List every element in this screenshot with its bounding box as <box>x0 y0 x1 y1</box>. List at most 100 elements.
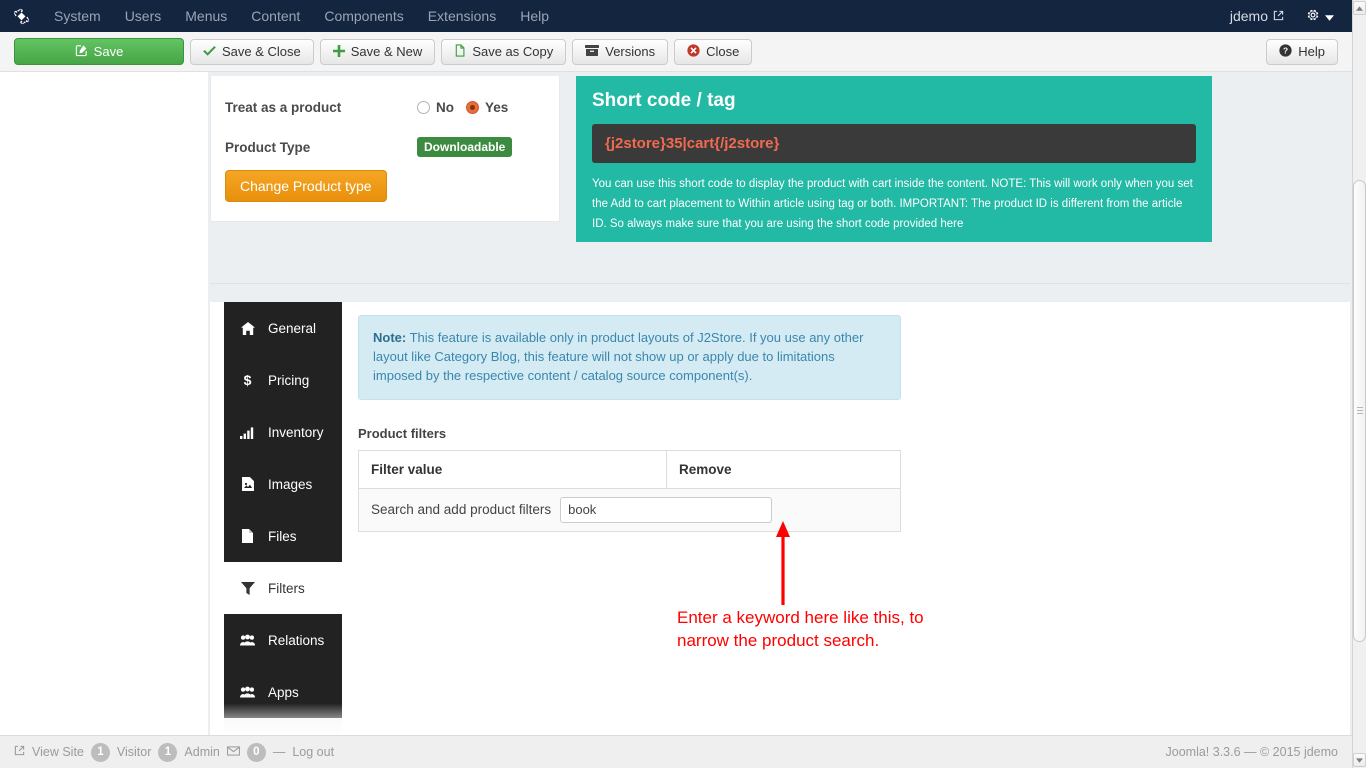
radio-no[interactable] <box>417 101 430 114</box>
save-as-copy-button[interactable]: Save as Copy <box>441 39 566 65</box>
svg-text:?: ? <box>1283 46 1288 56</box>
joomla-logo-icon[interactable] <box>0 7 42 26</box>
external-link-icon <box>14 745 25 759</box>
scroll-down-button[interactable] <box>1353 753 1366 767</box>
radio-yes-label: Yes <box>485 100 508 115</box>
message-count-badge[interactable]: 0 <box>247 743 266 762</box>
sidebar-item-files-label: Files <box>268 529 297 544</box>
product-type-row: Product Type Downloadable <box>211 130 559 164</box>
help-circle-icon: ? <box>1279 44 1292 59</box>
external-link-icon <box>1273 8 1284 24</box>
page-body: Treat as a product No Yes Product Type D… <box>0 72 1352 735</box>
change-product-type-button[interactable]: Change Product type <box>225 170 387 202</box>
footer-copyright: Joomla! 3.3.6 — © 2015 jdemo <box>1166 745 1339 759</box>
help-button[interactable]: ? Help <box>1266 39 1338 65</box>
close-label: Close <box>706 44 739 59</box>
scroll-up-button[interactable] <box>1353 1 1366 15</box>
product-tab-list: General $ Pricing Inventory <box>224 302 342 735</box>
save-as-copy-label: Save as Copy <box>472 44 553 59</box>
footer-separator: — <box>273 745 286 759</box>
filters-note-prefix: Note: <box>373 330 406 345</box>
admin-count-badge: 1 <box>158 743 177 762</box>
sidebar-item-filters-label: Filters <box>268 581 305 596</box>
treat-as-product-label: Treat as a product <box>225 100 417 115</box>
menu-item-extensions[interactable]: Extensions <box>416 0 508 32</box>
product-filters-title: Product filters <box>358 426 1338 441</box>
sidebar-item-relations[interactable]: Relations <box>224 614 342 666</box>
status-footer: View Site 1 Visitor 1 Admin 0 — Log out … <box>0 735 1352 768</box>
sidebar-item-general-label: General <box>268 321 316 336</box>
save-and-new-button[interactable]: Save & New <box>320 39 436 65</box>
short-code-value[interactable]: {j2store}35|cart{/j2store} <box>592 124 1196 163</box>
save-button-label: Save <box>94 44 124 59</box>
view-site-link[interactable]: View Site <box>32 745 84 759</box>
radio-yes[interactable] <box>466 101 479 114</box>
logout-link[interactable]: Log out <box>292 745 334 759</box>
close-button[interactable]: Close <box>674 39 752 65</box>
table-header-row: Filter value Remove <box>359 450 901 488</box>
save-button[interactable]: Save <box>14 38 184 65</box>
visitor-count-badge: 1 <box>91 743 110 762</box>
scrollbar-thumb[interactable] <box>1353 180 1366 642</box>
copy-icon <box>454 44 466 59</box>
sidebar-item-apps[interactable]: Apps <box>224 666 342 718</box>
filters-tab-pane: Note: This feature is available only in … <box>358 302 1338 532</box>
svg-text:$: $ <box>244 373 252 387</box>
short-code-description: You can use this short code to display t… <box>592 174 1196 234</box>
dollar-icon: $ <box>240 373 255 387</box>
users-icon <box>240 634 255 646</box>
admin-menu: System Users Menus Content Components Ex… <box>42 0 561 32</box>
sidebar-item-pricing-label: Pricing <box>268 373 309 388</box>
section-divider <box>210 283 1350 284</box>
menu-item-users[interactable]: Users <box>113 0 174 32</box>
treat-as-product-row: Treat as a product No Yes <box>211 90 559 124</box>
sidebar-item-relations-label: Relations <box>268 633 324 648</box>
editor-toolbar: Save Save & Close Save & New Save as Cop… <box>0 32 1352 72</box>
chevron-down-icon <box>1325 9 1334 24</box>
scrollbar-grip-icon <box>1357 407 1363 415</box>
save-and-close-button[interactable]: Save & Close <box>190 39 314 65</box>
menu-item-content[interactable]: Content <box>239 0 312 32</box>
sidebar-item-inventory[interactable]: Inventory <box>224 406 342 458</box>
product-type-label: Product Type <box>225 140 417 155</box>
annotation-text: Enter a keyword here like this, to narro… <box>677 607 1097 653</box>
column-header-filter-value: Filter value <box>359 450 667 488</box>
versions-button[interactable]: Versions <box>572 39 668 65</box>
sidebar-item-images[interactable]: Images <box>224 458 342 510</box>
sidebar-item-inventory-label: Inventory <box>268 425 324 440</box>
footer-left: View Site 1 Visitor 1 Admin 0 — Log out <box>14 743 334 762</box>
search-filters-cell: Search and add product filters <box>359 488 901 531</box>
search-filters-input[interactable] <box>560 497 772 523</box>
search-filters-label: Search and add product filters <box>371 502 551 517</box>
product-filters-table: Filter value Remove Search and add produ… <box>358 450 901 532</box>
product-info-card: Treat as a product No Yes Product Type D… <box>210 76 560 222</box>
menu-item-help[interactable]: Help <box>508 0 561 32</box>
vertical-scrollbar[interactable] <box>1352 0 1366 768</box>
sidebar-item-pricing[interactable]: $ Pricing <box>224 354 342 406</box>
user-menu[interactable]: jdemo <box>1220 8 1294 24</box>
envelope-icon[interactable] <box>227 745 240 759</box>
radio-no-label: No <box>436 100 454 115</box>
admin-menu-bar: System Users Menus Content Components Ex… <box>0 0 1352 32</box>
content-wrapper: Treat as a product No Yes Product Type D… <box>208 72 1352 735</box>
image-icon <box>240 477 255 491</box>
short-code-title: Short code / tag <box>592 90 1196 112</box>
sidebar-item-general[interactable]: General <box>224 302 342 354</box>
menu-item-system[interactable]: System <box>42 0 113 32</box>
table-row: Search and add product filters <box>359 488 901 531</box>
file-icon <box>240 529 255 543</box>
sidebar-item-filters[interactable]: Filters <box>224 562 342 614</box>
bar-chart-icon <box>240 426 255 439</box>
check-icon <box>203 45 216 58</box>
visitor-label: Visitor <box>117 745 152 759</box>
settings-menu[interactable] <box>1294 8 1342 25</box>
column-header-remove: Remove <box>667 450 901 488</box>
users-icon <box>240 686 255 698</box>
pencil-square-icon <box>75 44 88 59</box>
plus-icon <box>333 45 345 59</box>
menu-item-components[interactable]: Components <box>312 0 415 32</box>
sidebar-item-images-label: Images <box>268 477 312 492</box>
menu-item-menus[interactable]: Menus <box>173 0 239 32</box>
sidebar-item-files[interactable]: Files <box>224 510 342 562</box>
funnel-icon <box>240 582 255 595</box>
